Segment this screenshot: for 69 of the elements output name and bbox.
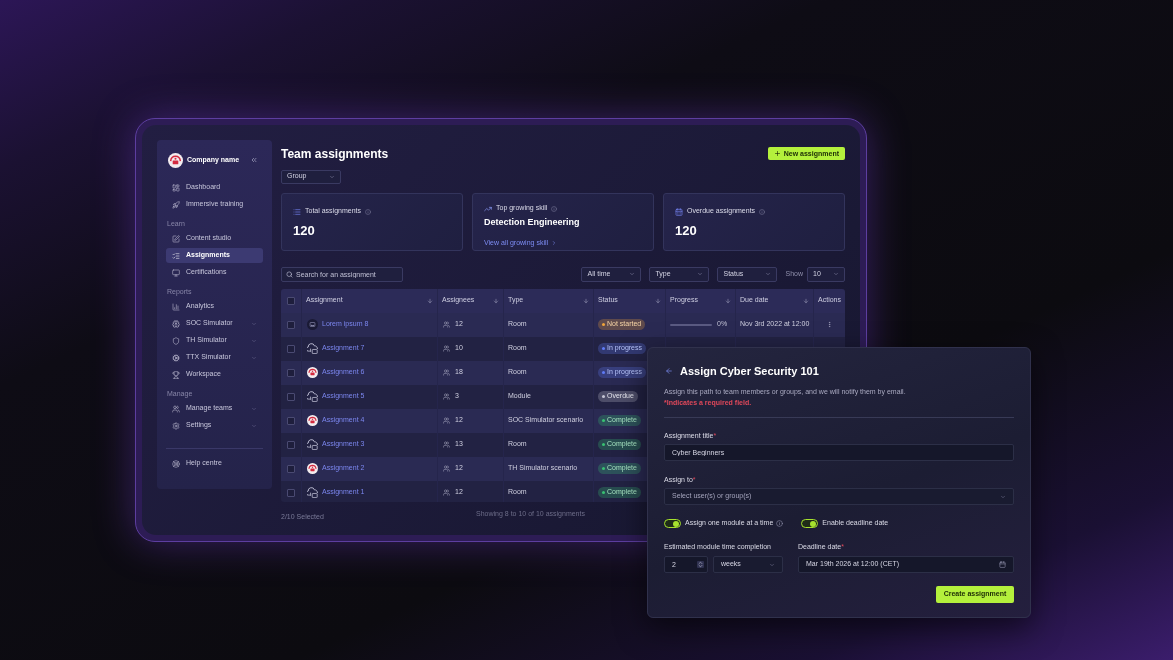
sort-arrow-icon[interactable]: [427, 297, 433, 304]
bar-chart-icon: [172, 302, 180, 311]
sort-arrow-icon[interactable]: [493, 297, 499, 304]
back-arrow-icon[interactable]: [665, 367, 673, 375]
users-icon: [443, 417, 450, 424]
checkbox[interactable]: [287, 440, 295, 449]
checklist-icon: [172, 251, 180, 260]
calendar-icon: [999, 561, 1006, 568]
skill-name: Detection Engineering: [484, 216, 581, 228]
checkbox[interactable]: [287, 368, 295, 377]
stat-value: 120: [675, 223, 698, 238]
users-icon: [172, 404, 180, 413]
trend-line-icon: [484, 204, 492, 213]
chevron-down-icon: [765, 271, 772, 277]
settings-icon: [172, 421, 180, 430]
chevron-down-icon: [697, 271, 704, 277]
checkbox[interactable]: [287, 392, 295, 401]
users-icon: [443, 345, 450, 352]
page-title: Team assignments: [281, 145, 389, 163]
spinner-icon[interactable]: [697, 561, 704, 568]
checkbox[interactable]: [287, 464, 295, 473]
stat-value: 120: [293, 223, 316, 238]
checkbox[interactable]: [287, 416, 295, 425]
round-emblem-icon: [307, 367, 318, 378]
collapse-icon[interactable]: [250, 156, 258, 164]
list-icon: [293, 207, 301, 216]
trophy-icon: [172, 370, 180, 379]
chevron-down-icon: [833, 271, 839, 277]
users-icon: [443, 393, 450, 400]
rocket-icon: [172, 200, 180, 209]
dashboard-icon: [172, 183, 180, 192]
chevron-down-icon: [769, 561, 775, 568]
monitor-icon: [172, 268, 180, 277]
round-emblem-icon: [307, 463, 318, 474]
round-emblem-icon: [307, 415, 318, 426]
plus-icon: [773, 150, 781, 158]
cloud-icon: [307, 487, 318, 498]
shield-icon: [172, 336, 180, 345]
image-icon: [307, 319, 318, 330]
cloud-icon: [307, 439, 318, 450]
chevron-down-icon: [629, 271, 636, 277]
calendar-icon: [675, 207, 683, 216]
sort-arrow-icon[interactable]: [803, 297, 809, 304]
chevron-down-icon: [1000, 493, 1006, 500]
lifebuoy-icon: [172, 459, 180, 468]
round-emblem-icon: [168, 152, 183, 168]
checkbox[interactable]: [287, 344, 295, 353]
cloud-icon: [307, 343, 318, 354]
users-icon: [443, 489, 450, 496]
cog-icon: [172, 353, 180, 362]
chevron-down-icon: [329, 173, 335, 180]
users-icon: [443, 441, 450, 448]
pencil-square-icon: [172, 234, 180, 243]
chevron-right-icon: [551, 239, 558, 246]
checkbox[interactable]: [287, 320, 295, 329]
sort-arrow-icon[interactable]: [725, 297, 731, 304]
dialog-title: Assign Cyber Security 101: [680, 363, 819, 379]
checkbox[interactable]: [287, 488, 295, 497]
sort-arrow-icon[interactable]: [583, 297, 589, 304]
toggle-switch[interactable]: [664, 519, 681, 528]
toggle-switch[interactable]: [801, 519, 819, 528]
cloud-icon: [307, 391, 318, 402]
sort-arrow-icon[interactable]: [655, 297, 661, 304]
users-icon: [443, 465, 450, 472]
search-icon: [286, 270, 293, 278]
brain-icon: [172, 319, 180, 328]
users-icon: [443, 369, 450, 376]
users-icon: [443, 321, 450, 328]
checkbox[interactable]: [287, 296, 295, 305]
